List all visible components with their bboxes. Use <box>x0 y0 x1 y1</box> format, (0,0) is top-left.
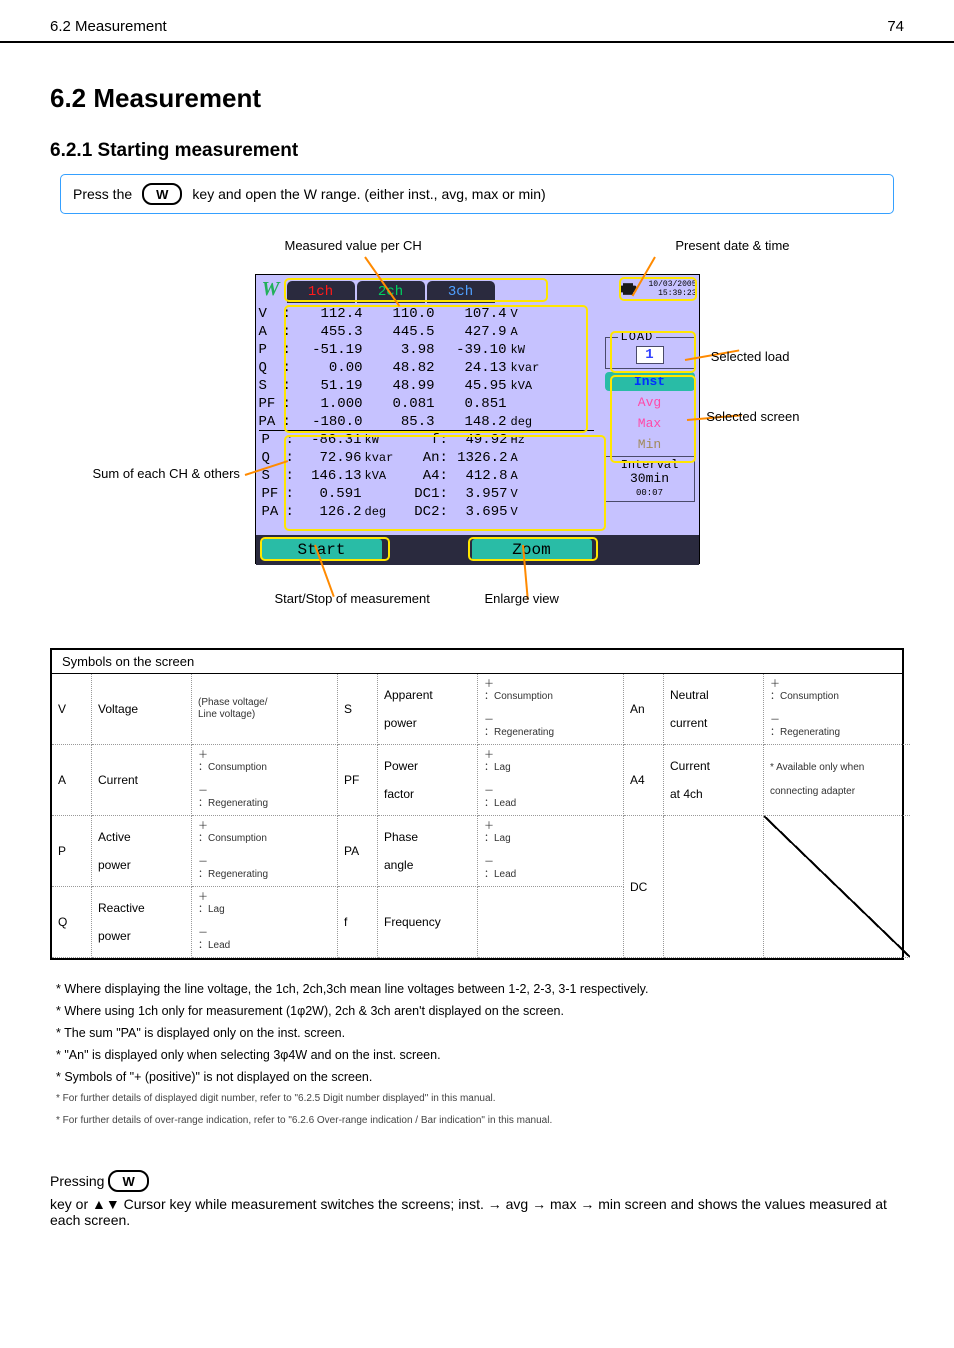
st-sym: f <box>338 887 378 958</box>
st-name <box>664 816 764 958</box>
section-title: 6.2 Measurement <box>0 43 954 128</box>
st-name: Current <box>92 745 192 816</box>
st-sym: PF <box>338 745 378 816</box>
note-line: * Symbols of "+ (positive)" is not displ… <box>56 1068 898 1086</box>
st-name: Reactivepower <box>92 887 192 958</box>
st-detail: ＋：Lag－：Lead <box>192 887 338 958</box>
callout-sum: Sum of each CH & others <box>93 466 240 481</box>
row-label: PA <box>259 413 283 430</box>
row-label: S <box>262 467 286 485</box>
header-page-num: 74 <box>887 18 904 35</box>
instruction-suffix: key and open the W range. (either inst.,… <box>192 186 545 202</box>
st-detail: ＋：Consumption－：Regenerating <box>192 745 338 816</box>
st-sym: Q <box>52 887 92 958</box>
st-detail: ＋：Consumption－：Regenerating <box>478 674 624 745</box>
st-detail: (Phase voltage/Line voltage) <box>192 674 338 745</box>
row-label: A <box>259 323 283 341</box>
callout-start: Start/Stop of measurement <box>275 591 430 606</box>
row-label: V <box>259 305 283 323</box>
row-label: PA <box>262 503 286 521</box>
row-label: PF <box>262 485 286 503</box>
callout-load: Selected load <box>711 349 790 364</box>
st-name: Neutralcurrent <box>664 674 764 745</box>
ref-line: * For further details of displayed digit… <box>56 1090 898 1108</box>
header-section: 6.2 Measurement <box>50 18 167 35</box>
ref-line: * For further details of over-range indi… <box>56 1112 898 1130</box>
st-name: Currentat 4ch <box>664 745 764 816</box>
callout-ch: Measured value per CH <box>285 238 422 253</box>
w-key-badge: W <box>108 1170 148 1192</box>
footer-text: key or ▲▼ Cursor key while measurement s… <box>50 1196 904 1228</box>
st-detail <box>478 887 624 958</box>
st-name: Powerfactor <box>378 745 478 816</box>
st-name: Frequency <box>378 887 478 958</box>
st-sym: V <box>52 674 92 745</box>
footer-instruction: Pressing W key or ▲▼ Cursor key while me… <box>50 1170 904 1228</box>
st-detail: ＋：Lag－：Lead <box>478 745 624 816</box>
note-line: * The sum "PA" is displayed only on the … <box>56 1024 898 1042</box>
st-name: Phaseangle <box>378 816 478 887</box>
row-label: P <box>262 431 286 449</box>
st-sym: PA <box>338 816 378 887</box>
row-label: P <box>259 341 283 359</box>
st-sym: S <box>338 674 378 745</box>
symbols-table-title: Symbols on the screen <box>52 650 902 674</box>
instruction-box: Press the W key and open the W range. (e… <box>60 174 894 214</box>
device-screen: W 1ch 2ch 3ch 10/03/2005 15:39:23 V:112.… <box>255 274 700 564</box>
st-name: Activepower <box>92 816 192 887</box>
st-detail: * Available only whenconnecting adapter <box>764 745 910 816</box>
row-label: S <box>259 377 283 395</box>
st-sym: An <box>624 674 664 745</box>
row-label: Q <box>259 359 283 377</box>
st-sym: A <box>52 745 92 816</box>
callout-datetime: Present date & time <box>675 238 789 253</box>
st-name: Apparentpower <box>378 674 478 745</box>
st-sym: P <box>52 816 92 887</box>
interval-value: 30min <box>606 472 694 486</box>
st-sym: DC <box>624 816 664 958</box>
subsection-title: 6.2.1 Starting measurement <box>0 128 954 168</box>
st-detail: ＋：Consumption－：Regenerating <box>764 674 910 745</box>
w-key-badge: W <box>142 183 182 205</box>
row-label: PF <box>259 395 283 413</box>
footer-text: Pressing <box>50 1173 104 1189</box>
st-detail-diag <box>764 816 910 958</box>
st-detail: ＋：Consumption－：Regenerating <box>192 816 338 887</box>
interval-elapsed: 00:07 <box>606 486 694 500</box>
notes-block: * Where displaying the line voltage, the… <box>56 980 898 1130</box>
callout-screen: Selected screen <box>706 409 799 424</box>
w-logo-icon: W <box>256 275 286 303</box>
st-detail: ＋：Lag－：Lead <box>478 816 624 887</box>
st-name: Voltage <box>92 674 192 745</box>
note-line: * Where displaying the line voltage, the… <box>56 980 898 998</box>
symbols-table: Symbols on the screen V Voltage (Phase v… <box>50 648 904 960</box>
st-sym: A4 <box>624 745 664 816</box>
callout-zoom: Enlarge view <box>485 591 559 606</box>
instruction-prefix: Press the <box>73 186 132 202</box>
note-line: * "An" is displayed only when selecting … <box>56 1046 898 1064</box>
note-line: * Where using 1ch only for measurement (… <box>56 1002 898 1020</box>
